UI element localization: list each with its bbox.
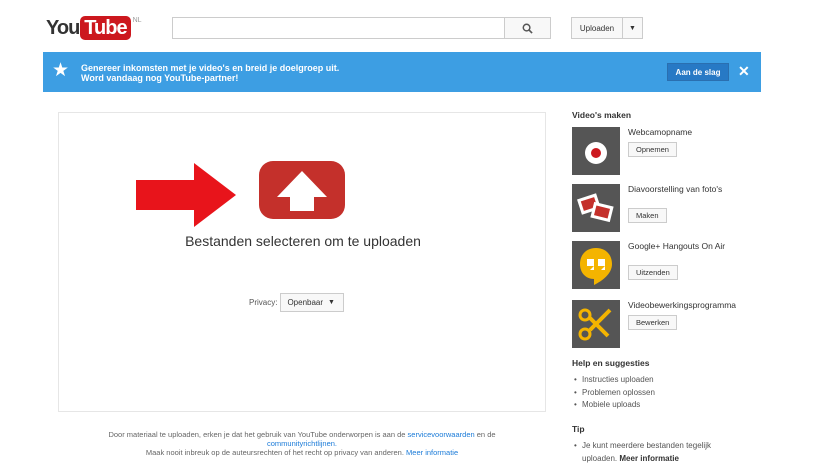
footer-text-3: Maak nooit inbreuk op de auteursrechten …	[145, 448, 404, 457]
caret-down-icon: ▼	[629, 24, 636, 32]
get-started-button[interactable]: Aan de slag	[667, 63, 729, 81]
help-link-instructions[interactable]: Instructies uploaden	[574, 374, 762, 387]
tool-title: Diavoorstelling van foto's	[628, 184, 723, 194]
logo-tube-text: Tube	[80, 16, 131, 40]
record-button[interactable]: Opnemen	[628, 142, 677, 157]
privacy-row: Privacy: Openbaar ▼	[249, 293, 345, 312]
partner-banner: ★ Genereer inkomsten met je video's en b…	[43, 52, 761, 92]
webcam-record-icon[interactable]	[572, 127, 620, 175]
help-heading: Help en suggesties	[572, 358, 650, 368]
logo-region: NL	[132, 17, 142, 24]
photo-slideshow-icon[interactable]	[572, 184, 620, 232]
youtube-logo[interactable]: You Tube NL	[46, 16, 142, 40]
tool-title: Google+ Hangouts On Air	[628, 241, 726, 251]
privacy-value: Openbaar	[287, 298, 324, 307]
community-guidelines-link[interactable]: communityrichtlijnen.	[267, 439, 337, 448]
tool-title: Webcamopname	[628, 127, 693, 137]
tip-list: Je kunt meerdere bestanden tegelijk uplo…	[574, 440, 734, 465]
tip-heading: Tip	[572, 424, 585, 434]
create-button[interactable]: Maken	[628, 208, 667, 223]
tip-item: Je kunt meerdere bestanden tegelijk uplo…	[574, 440, 734, 465]
upload-button[interactable]: Uploaden	[571, 17, 623, 39]
banner-line-1: Genereer inkomsten met je video's en bre…	[81, 63, 340, 73]
make-videos-heading: Video's maken	[572, 110, 632, 120]
red-arrow-pointer	[136, 163, 236, 227]
privacy-label: Privacy:	[249, 298, 278, 307]
footer-text-2: en de	[476, 430, 496, 439]
caret-down-icon: ▼	[328, 299, 335, 306]
tool-slideshow: Diavoorstelling van foto's Maken	[572, 184, 762, 234]
upload-dropzone[interactable]: Bestanden selecteren om te uploaden Priv…	[58, 112, 546, 412]
privacy-select[interactable]: Openbaar ▼	[280, 293, 345, 312]
close-icon[interactable]: ✕	[738, 62, 750, 80]
logo-you-text: You	[46, 16, 80, 39]
tool-webcam: Webcamopname Opnemen	[572, 127, 762, 177]
search-button[interactable]	[505, 17, 551, 39]
tool-hangouts: Google+ Hangouts On Air Uitzenden	[572, 241, 762, 291]
help-link-mobile[interactable]: Mobiele uploads	[574, 399, 762, 412]
upload-arrow-icon[interactable]	[259, 161, 345, 219]
footer-line-2: communityrichtlijnen.	[58, 439, 546, 448]
search-icon	[522, 23, 533, 34]
star-icon: ★	[52, 60, 70, 81]
upload-footer: Door materiaal te uploaden, erken je dat…	[58, 430, 546, 457]
search-input[interactable]	[172, 17, 505, 39]
edit-button[interactable]: Bewerken	[628, 315, 678, 330]
footer-text-1: Door materiaal te uploaden, erken je dat…	[108, 430, 406, 439]
banner-message: Genereer inkomsten met je video's en bre…	[81, 63, 339, 83]
upload-dropdown-button[interactable]: ▼	[623, 17, 643, 39]
broadcast-button[interactable]: Uitzenden	[628, 265, 678, 280]
footer-line-3: Maak nooit inbreuk op de auteursrechten …	[58, 448, 546, 457]
footer-line-1: Door materiaal te uploaden, erken je dat…	[58, 430, 546, 439]
help-link-troubleshoot[interactable]: Problemen oplossen	[574, 387, 762, 400]
banner-line-2: Word vandaag nog YouTube-partner!	[81, 73, 239, 83]
top-header: You Tube NL Uploaden ▼	[0, 0, 833, 50]
tool-title: Videobewerkingsprogramma	[628, 300, 737, 310]
select-files-title[interactable]: Bestanden selecteren om te uploaden	[59, 233, 547, 249]
hangouts-icon[interactable]	[572, 241, 620, 289]
scissors-icon[interactable]	[572, 300, 620, 348]
more-info-link[interactable]: Meer informatie	[406, 448, 458, 457]
terms-link[interactable]: servicevoorwaarden	[408, 430, 475, 439]
help-list: Instructies uploaden Problemen oplossen …	[574, 374, 762, 412]
tip-more-info-link[interactable]: Meer informatie	[619, 454, 679, 463]
tool-editor: Videobewerkingsprogramma Bewerken	[572, 300, 762, 350]
